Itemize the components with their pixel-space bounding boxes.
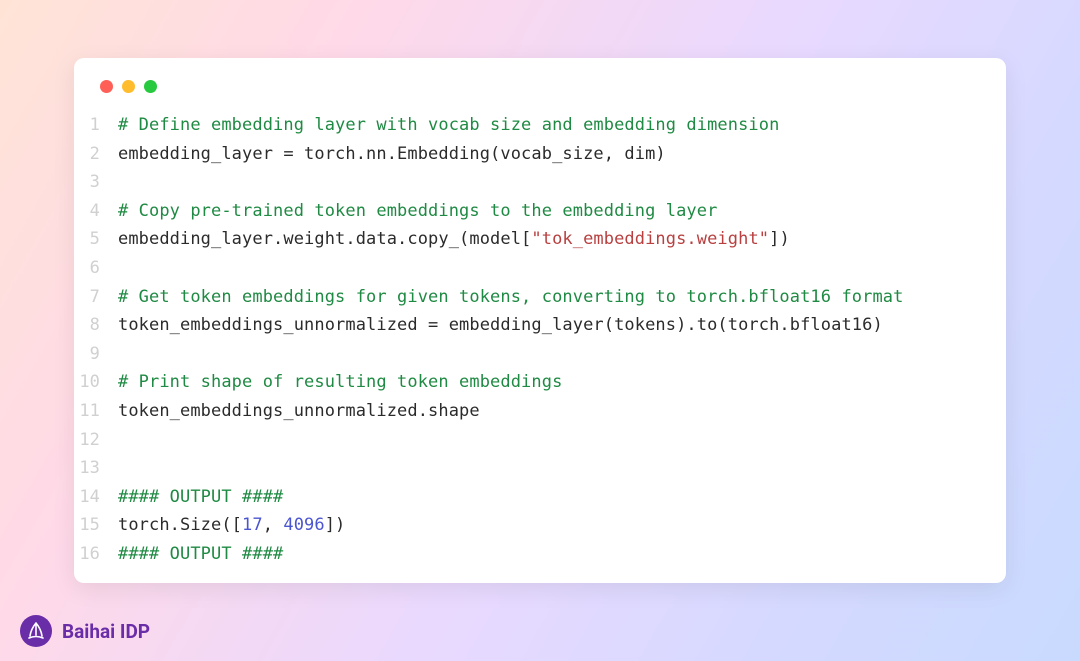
code-line: 10# Print shape of resulting token embed… <box>74 368 1006 397</box>
code-line: 11token_embeddings_unnormalized.shape <box>74 397 1006 426</box>
code-line: 8token_embeddings_unnormalized = embeddi… <box>74 311 1006 340</box>
line-number: 7 <box>74 283 118 312</box>
code-line: 6 <box>74 254 1006 283</box>
line-content: # Copy pre-trained token embeddings to t… <box>118 197 717 226</box>
brand-badge: Baihai IDP <box>20 615 150 647</box>
line-number: 5 <box>74 225 118 254</box>
line-content: torch.Size([17, 4096]) <box>118 511 345 540</box>
line-content: embedding_layer = torch.nn.Embedding(voc… <box>118 140 666 169</box>
line-content: # Define embedding layer with vocab size… <box>118 111 779 140</box>
code-line: 16#### OUTPUT #### <box>74 540 1006 569</box>
code-line: 4# Copy pre-trained token embeddings to … <box>74 197 1006 226</box>
line-content: #### OUTPUT #### <box>118 540 283 569</box>
code-line: 9 <box>74 340 1006 369</box>
brand-name: Baihai IDP <box>62 620 150 643</box>
line-content: # Print shape of resulting token embeddi… <box>118 368 562 397</box>
line-content: # Get token embeddings for given tokens,… <box>118 283 903 312</box>
line-number: 3 <box>74 168 118 197</box>
line-number: 1 <box>74 111 118 140</box>
line-number: 12 <box>74 426 118 455</box>
line-number: 16 <box>74 540 118 569</box>
line-number: 11 <box>74 397 118 426</box>
line-number: 8 <box>74 311 118 340</box>
code-block: 1# Define embedding layer with vocab siz… <box>74 111 1006 569</box>
line-number: 9 <box>74 340 118 369</box>
code-line: 14#### OUTPUT #### <box>74 483 1006 512</box>
code-line: 5embedding_layer.weight.data.copy_(model… <box>74 225 1006 254</box>
line-number: 14 <box>74 483 118 512</box>
window-controls <box>74 80 1006 111</box>
line-number: 13 <box>74 454 118 483</box>
brand-logo-icon <box>20 615 52 647</box>
line-number: 10 <box>74 368 118 397</box>
line-content: embedding_layer.weight.data.copy_(model[… <box>118 225 790 254</box>
line-number: 6 <box>74 254 118 283</box>
code-line: 3 <box>74 168 1006 197</box>
code-card: 1# Define embedding layer with vocab siz… <box>74 58 1006 583</box>
zoom-icon <box>144 80 157 93</box>
code-line: 2embedding_layer = torch.nn.Embedding(vo… <box>74 140 1006 169</box>
code-line: 1# Define embedding layer with vocab siz… <box>74 111 1006 140</box>
minimize-icon <box>122 80 135 93</box>
code-line: 15torch.Size([17, 4096]) <box>74 511 1006 540</box>
line-number: 15 <box>74 511 118 540</box>
close-icon <box>100 80 113 93</box>
line-content: #### OUTPUT #### <box>118 483 283 512</box>
code-line: 13 <box>74 454 1006 483</box>
line-number: 4 <box>74 197 118 226</box>
line-content: token_embeddings_unnormalized.shape <box>118 397 480 426</box>
code-line: 12 <box>74 426 1006 455</box>
code-line: 7# Get token embeddings for given tokens… <box>74 283 1006 312</box>
line-number: 2 <box>74 140 118 169</box>
line-content: token_embeddings_unnormalized = embeddin… <box>118 311 883 340</box>
